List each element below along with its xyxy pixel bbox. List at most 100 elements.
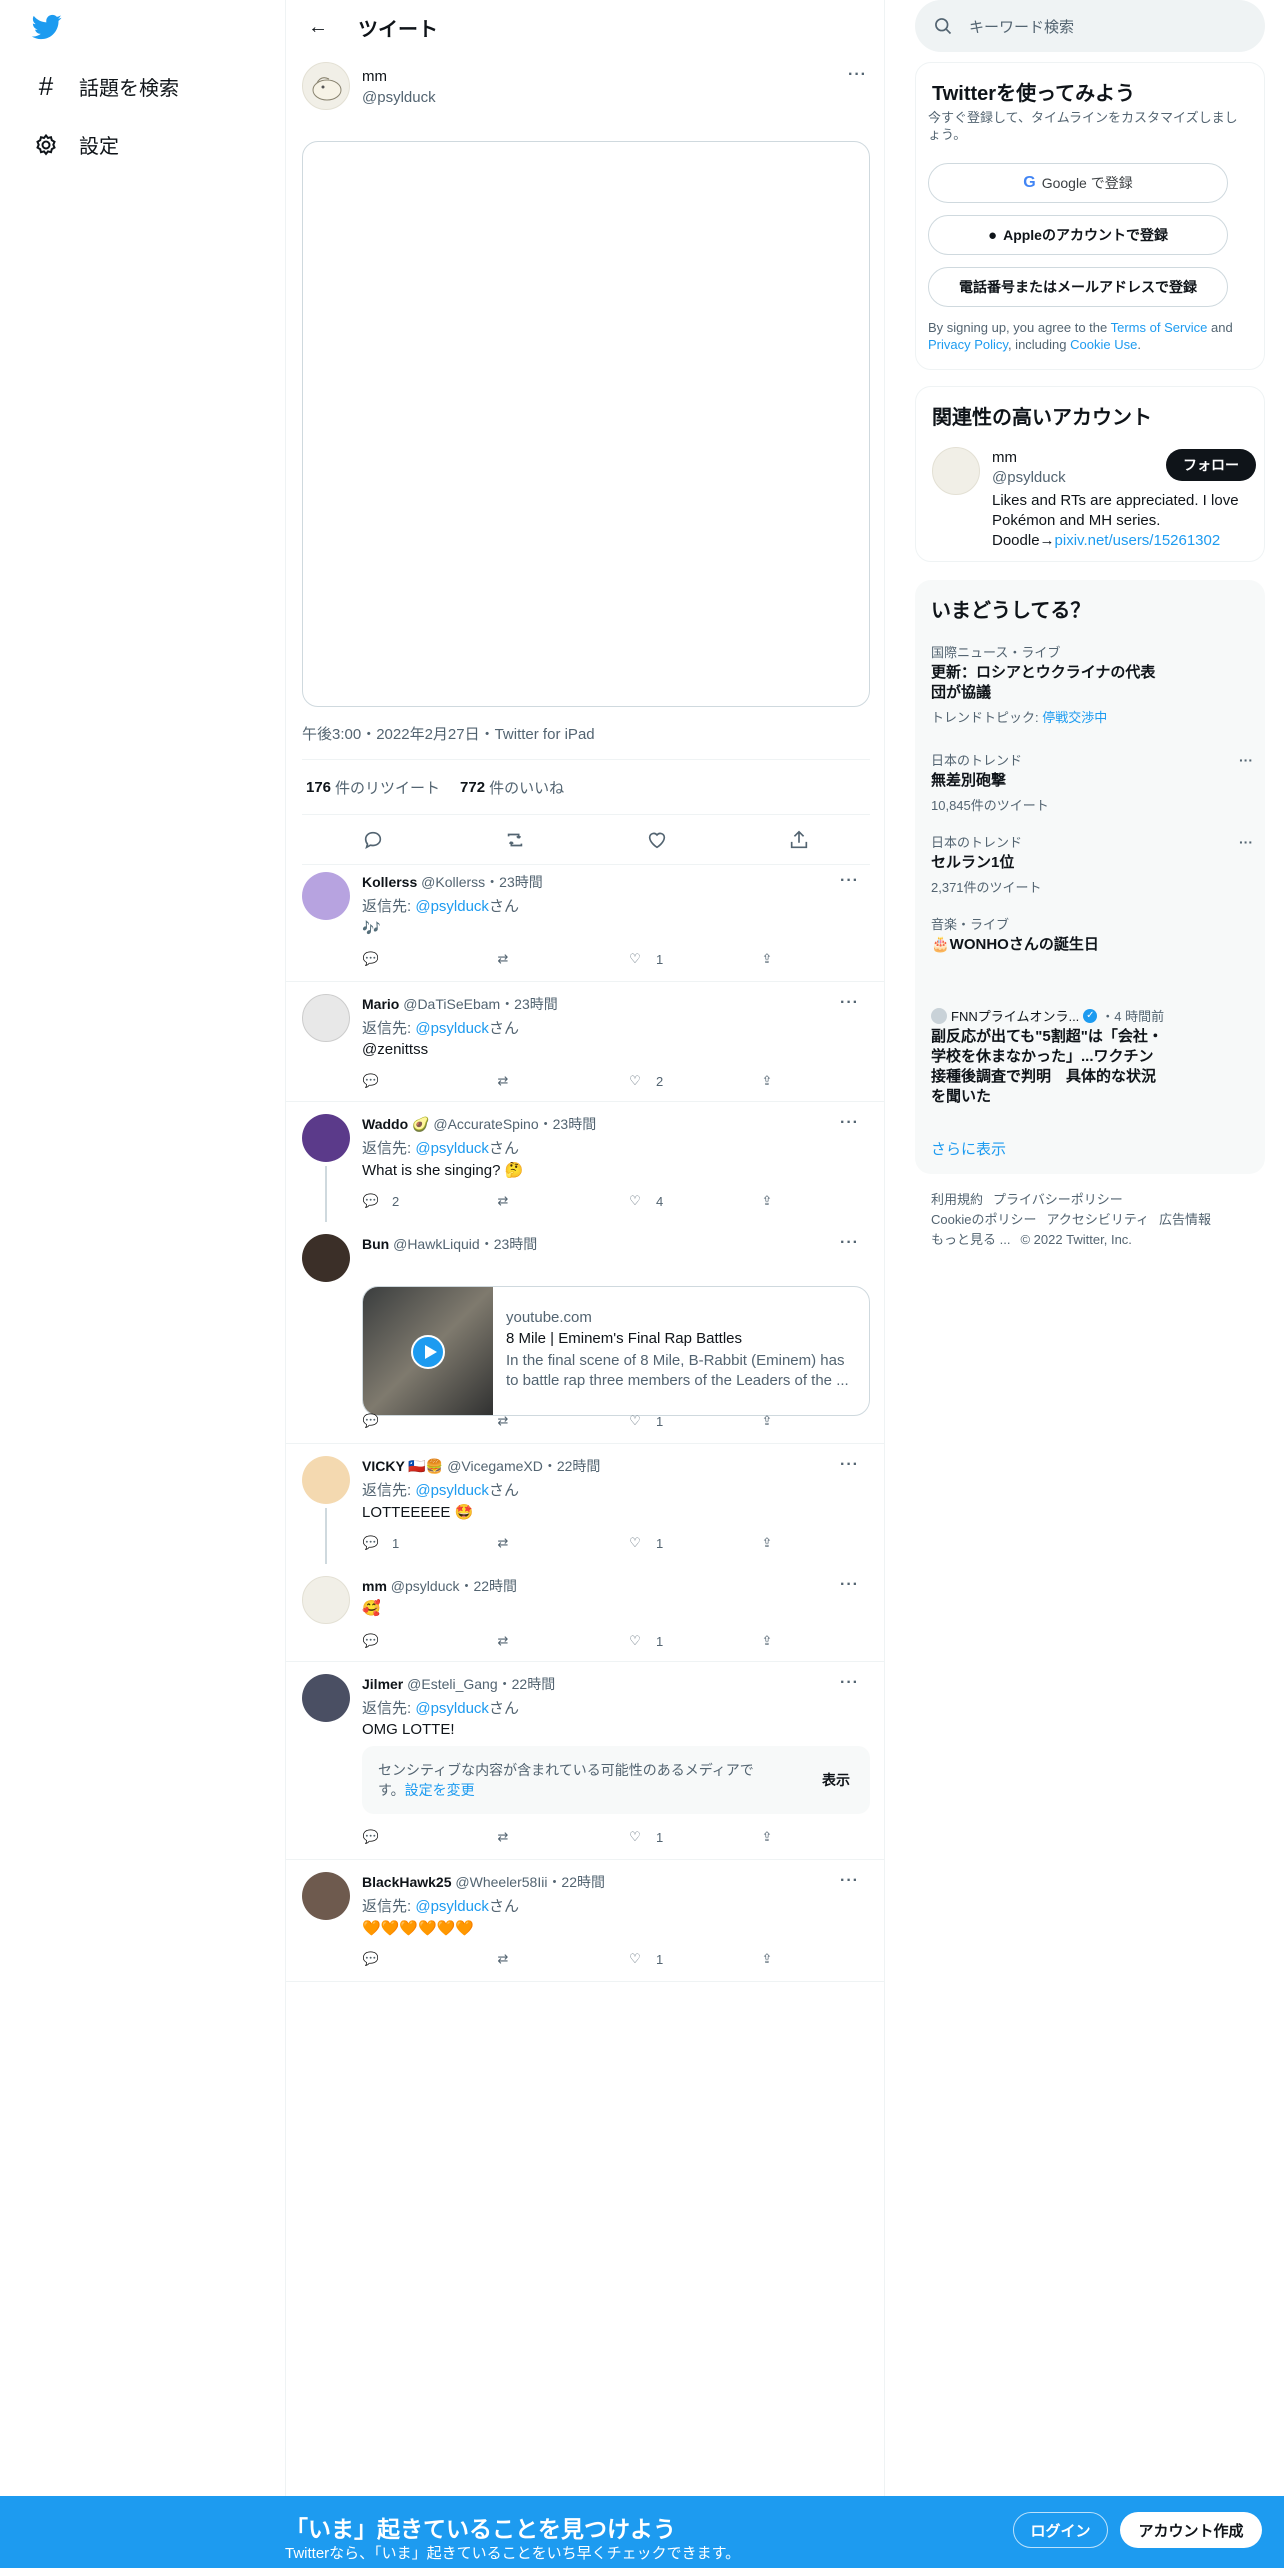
reply-author-name[interactable]: Waddo 🥑 [362,1116,429,1132]
twitter-logo-icon[interactable] [30,12,64,44]
reply-time[interactable]: ・22時間 [547,1874,605,1890]
reply-author-handle[interactable]: @DaTiSeEbam [403,996,500,1012]
footer-more-link[interactable]: もっと見る ... [931,1232,1010,1247]
reply-author-handle[interactable]: @Kollerss [421,874,485,890]
footer-privacy-link[interactable]: プライバシーポリシー [993,1192,1123,1207]
bio-link[interactable]: pixiv.net/users/15261302 [1055,532,1221,549]
like-button[interactable]: ♡ 1 [626,1412,758,1430]
phone-email-signup-button[interactable]: 電話番号またはメールアドレスで登録 [928,267,1228,307]
reply-time[interactable]: ・23時間 [500,996,558,1012]
apple-signup-button[interactable]: ● Appleのアカウントで登録 [928,215,1228,255]
retweet-button[interactable]: ⇄ [494,1950,626,1968]
share-button[interactable]: ⇪ [758,1072,798,1090]
avatar[interactable] [302,1114,350,1162]
more-options-icon[interactable]: ··· [848,66,867,84]
avatar[interactable] [932,447,980,495]
signup-button[interactable]: アカウント作成 [1120,2512,1262,2548]
more-options-icon[interactable]: ··· [1239,834,1253,850]
reply-button[interactable]: 💬 [362,1072,494,1090]
replying-to-link[interactable]: @psylduck [415,898,489,915]
login-button[interactable]: ログイン [1013,2512,1108,2548]
like-button[interactable]: ♡ 2 [626,1072,758,1090]
reply-button[interactable]: 💬 [362,1412,494,1430]
like-count[interactable]: 772 [460,779,485,796]
retweet-button[interactable]: ⇄ [494,1192,626,1210]
reply-tweet[interactable]: ··· BlackHawk25 @Wheeler58Iii・22時間 返信先: … [286,1860,884,1982]
reply-time[interactable]: ・23時間 [539,1116,597,1132]
avatar[interactable] [302,1872,350,1920]
trend-item[interactable]: 国際ニュース・ライブ 更新：ロシアとウクライナの代表団が協議 トレンドトピック:… [931,642,1231,726]
reply-author-name[interactable]: Mario [362,996,399,1012]
reply-time[interactable]: ・22時間 [459,1578,517,1594]
news-item[interactable]: FNNプライムオンラ... ✓ ・4 時間前 副反応が出ても"5割超"は「会社・… [931,1006,1231,1107]
reply-button[interactable]: 💬 2 [362,1192,494,1210]
search-placeholder[interactable]: キーワード検索 [969,16,1074,37]
replying-to-link[interactable]: @psylduck [415,1898,489,1915]
avatar[interactable] [302,994,350,1042]
reply-author-name[interactable]: Kollerss [362,874,417,890]
share-icon[interactable] [788,829,810,851]
like-button[interactable]: ♡ 4 [626,1192,758,1210]
reply-tweet[interactable]: ··· Bun @HawkLiquid・23時間 youtube.com 8 M… [286,1222,884,1444]
cookie-use-link[interactable]: Cookie Use [1070,337,1137,352]
more-options-icon[interactable]: ··· [1239,752,1253,768]
reply-author-name[interactable]: VICKY 🇨🇱🍔 [362,1458,443,1474]
like-icon[interactable] [646,829,668,851]
trend-item[interactable]: 日本のトレンド 無差別砲撃 10,845件のツイート [931,750,1231,814]
reply-icon[interactable] [362,829,384,851]
search-input[interactable]: キーワード検索 [915,0,1265,52]
tweet-author-name[interactable]: mm [362,68,387,85]
retweet-button[interactable]: ⇄ [494,1828,626,1846]
nav-settings[interactable]: 設定 [33,130,119,159]
reply-time[interactable]: ・22時間 [498,1676,556,1692]
replying-to-link[interactable]: @psylduck [415,1140,489,1157]
reply-time[interactable]: ・23時間 [485,874,543,890]
reply-tweet[interactable]: ··· Jilmer @Esteli_Gang・22時間 返信先: @psyld… [286,1662,884,1860]
relevant-account-handle[interactable]: @psylduck [992,469,1066,486]
retweet-count[interactable]: 176 [306,779,331,796]
reply-author-name[interactable]: Bun [362,1236,389,1252]
trend-topic-link[interactable]: 停戦交渉中 [1042,710,1107,725]
reply-button[interactable]: 💬 [362,950,494,968]
reply-author-name[interactable]: mm [362,1578,387,1594]
avatar[interactable] [302,1674,350,1722]
avatar[interactable] [302,1234,350,1282]
avatar[interactable] [302,62,350,110]
link-card[interactable]: youtube.com 8 Mile | Eminem's Final Rap … [362,1286,870,1416]
show-media-button[interactable]: 表示 [822,1770,850,1790]
like-button[interactable]: ♡ 1 [626,1632,758,1650]
relevant-account-name[interactable]: mm [992,449,1017,466]
trend-item[interactable]: 日本のトレンド セルラン1位 2,371件のツイート [931,832,1231,896]
footer-ads-link[interactable]: 広告情報 [1159,1212,1211,1227]
like-button[interactable]: ♡ 1 [626,1828,758,1846]
reply-author-name[interactable]: BlackHawk25 [362,1874,452,1890]
reply-author-handle[interactable]: @Wheeler58Iii [455,1874,547,1890]
reply-time[interactable]: ・23時間 [480,1236,538,1252]
footer-cookie-link[interactable]: Cookieのポリシー [931,1212,1036,1227]
play-icon[interactable] [411,1335,445,1369]
reply-author-handle[interactable]: @HawkLiquid [393,1236,480,1252]
retweet-button[interactable]: ⇄ [494,1072,626,1090]
nav-explore[interactable]: # 話題を検索 [33,71,179,101]
google-signup-button[interactable]: G Google で登録 [928,163,1228,203]
reply-tweet[interactable]: ··· Kollerss @Kollerss・23時間 返信先: @psyldu… [286,860,884,982]
like-button[interactable]: ♡ 1 [626,1534,758,1552]
avatar[interactable] [302,1576,350,1624]
replying-to-link[interactable]: @psylduck [415,1482,489,1499]
retweet-count-label[interactable]: 件のリツイート [335,777,440,798]
like-button[interactable]: ♡ 1 [626,1950,758,1968]
reply-tweet[interactable]: ··· Mario @DaTiSeEbam・23時間 返信先: @psylduc… [286,982,884,1102]
terms-of-service-link[interactable]: Terms of Service [1111,320,1208,335]
reply-button[interactable]: 💬 1 [362,1534,494,1552]
reply-text[interactable]: @zenittss [362,1041,870,1058]
video-thumbnail[interactable] [363,1287,493,1415]
tweet-media[interactable] [302,141,870,707]
share-button[interactable]: ⇪ [758,1950,798,1968]
reply-button[interactable]: 💬 [362,1950,494,1968]
retweet-icon[interactable] [504,829,526,851]
footer-accessibility-link[interactable]: アクセシビリティ [1046,1212,1149,1227]
reply-author-handle[interactable]: @Esteli_Gang [407,1676,497,1692]
share-button[interactable]: ⇪ [758,1534,798,1552]
retweet-button[interactable]: ⇄ [494,1534,626,1552]
replying-to-link[interactable]: @psylduck [415,1700,489,1717]
